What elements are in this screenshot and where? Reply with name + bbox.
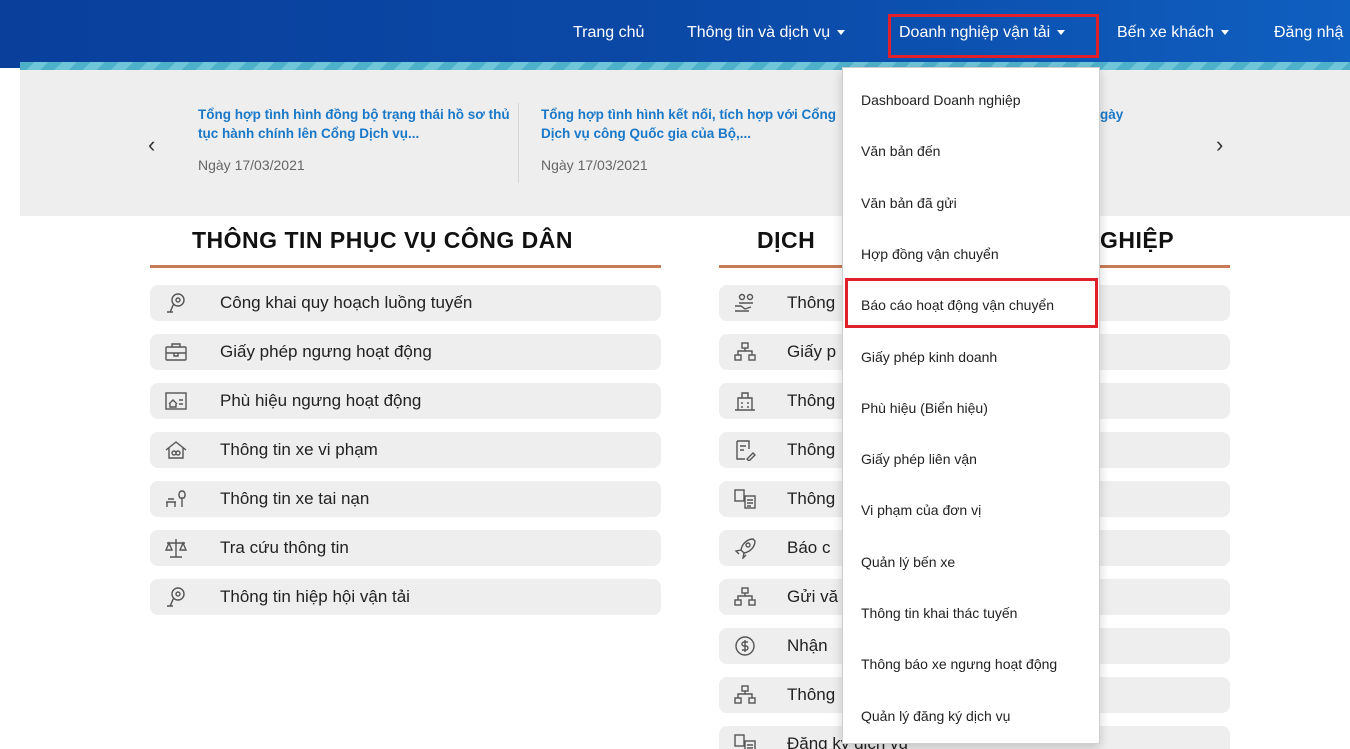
top-navbar: Trang chủ Thông tin và dịch vụ Doanh ngh… (0, 0, 1350, 70)
list-item-label: Nhận (787, 636, 828, 655)
rocket-icon (733, 537, 757, 561)
list-item-label: Thông (787, 685, 836, 704)
dropdown-highlight-box (845, 278, 1098, 328)
nav-info-services[interactable]: Thông tin và dịch vụ (687, 22, 846, 44)
list-item[interactable]: Thông tin hiệp hội vận tải (150, 579, 661, 615)
list-item[interactable]: Thông tin xe tai nạn (150, 481, 661, 517)
dropdown-item[interactable]: Văn bản đến (861, 143, 940, 159)
nav-home[interactable]: Trang chủ (573, 22, 644, 44)
dropdown-item[interactable]: Hợp đồng vận chuyển (861, 246, 999, 262)
sitemap-icon (733, 684, 757, 706)
chevron-left-icon[interactable]: ‹ (148, 134, 155, 156)
network-icon (164, 586, 188, 608)
caret-down-icon (837, 30, 846, 36)
chevron-right-icon[interactable]: › (1216, 134, 1223, 156)
dropdown-item[interactable]: Phù hiệu (Biển hiệu) (861, 400, 988, 416)
dropdown-item[interactable]: Quản lý bến xe (861, 554, 955, 570)
decorative-pattern-strip (20, 62, 1350, 70)
list-item[interactable]: Giấy phép ngưng hoạt động (150, 334, 661, 370)
section-title-business-right: GHIỆP (1100, 227, 1175, 253)
news-date: Ngày 17/03/2021 (198, 157, 305, 173)
list-item-label: Thông (787, 391, 836, 410)
dropdown-item[interactable]: Thông tin khai thác tuyến (861, 605, 1017, 621)
list-item[interactable]: Công khai quy hoạch luồng tuyến (150, 285, 661, 321)
transport-business-dropdown: Dashboard Doanh nghiệp Văn bản đến Văn bản… (842, 67, 1100, 744)
sitemap-icon (733, 341, 757, 363)
list-item[interactable]: Thông tin xe vi phạm (150, 432, 661, 468)
news-date: Ngày 17/03/2021 (541, 157, 648, 173)
briefcase-icon (164, 341, 188, 363)
caret-down-icon (1220, 30, 1229, 36)
section-title-business-left: DỊCH (757, 227, 816, 253)
list-item-label: Phù hiệu ngưng hoạt động (220, 391, 422, 410)
dropdown-item[interactable]: Giấy phép liên vận (861, 451, 977, 467)
dropdown-item[interactable]: Thông báo xe ngưng hoạt động (861, 656, 1057, 672)
list-item-label: Thông tin xe tai nạn (220, 489, 370, 508)
id-card-icon (164, 390, 188, 412)
building-icon (733, 390, 757, 412)
list-item[interactable]: Phù hiệu ngưng hoạt động (150, 383, 661, 419)
list-item-label: Báo c (787, 538, 831, 557)
bench-tree-icon (164, 488, 188, 510)
dropdown-item[interactable]: Văn bản đã gửi (861, 195, 957, 211)
document-edit-icon (733, 439, 757, 462)
list-item[interactable]: Tra cứu thông tin (150, 530, 661, 566)
news-divider (518, 103, 519, 183)
nav-bus-station[interactable]: Bến xe khách (1117, 22, 1229, 44)
documents-icon (733, 733, 757, 749)
news-card[interactable]: Tổng hợp tình hình kết nối, tích hợp với… (541, 105, 861, 173)
news-card[interactable]: Tổng hợp tình hình đồng bộ trạng thái hồ… (198, 105, 518, 173)
scales-icon (164, 537, 188, 559)
list-item-label: Thông (787, 440, 836, 459)
list-item-label: Giấy p (787, 342, 837, 361)
section-underline (150, 265, 661, 268)
news-title[interactable]: Tổng hợp tình hình kết nối, tích hợp với… (541, 105, 861, 143)
list-item-label: Gửi vă (787, 587, 839, 606)
dropdown-item[interactable]: Vi phạm của đơn vị (861, 502, 981, 518)
section-title-citizen: THÔNG TIN PHỤC VỤ CÔNG DÂN (192, 227, 573, 253)
list-item-label: Giấy phép ngưng hoạt động (220, 342, 432, 361)
dollar-icon (733, 635, 757, 657)
list-item-label: Thông tin xe vi phạm (220, 440, 378, 459)
news-title[interactable]: Tổng hợp tình hình đồng bộ trạng thái hồ… (198, 105, 518, 143)
hand-people-icon (733, 292, 757, 314)
list-item-label: Thông (787, 489, 836, 508)
nav-active-highlight-box (888, 14, 1099, 58)
list-item-label: Thông tin hiệp hội vận tải (220, 587, 410, 606)
dropdown-item[interactable]: Dashboard Doanh nghiệp (861, 92, 1021, 108)
dropdown-item[interactable]: Quản lý đăng ký dịch vụ (861, 708, 1010, 724)
news-card[interactable]: gày (1100, 105, 1160, 138)
page-root: Trang chủ Thông tin và dịch vụ Doanh ngh… (0, 0, 1350, 749)
sitemap-icon (733, 586, 757, 608)
nav-login[interactable]: Đăng nhậ (1274, 22, 1343, 44)
documents-icon (733, 488, 757, 510)
news-title[interactable]: gày (1100, 105, 1160, 124)
network-icon (164, 292, 188, 314)
list-item-label: Tra cứu thông tin (220, 538, 349, 557)
list-item-label: Công khai quy hoạch luồng tuyến (220, 293, 473, 312)
list-item-label: Thông (787, 293, 836, 312)
dropdown-item[interactable]: Giấy phép kinh doanh (861, 349, 997, 365)
house-icon (164, 439, 188, 461)
